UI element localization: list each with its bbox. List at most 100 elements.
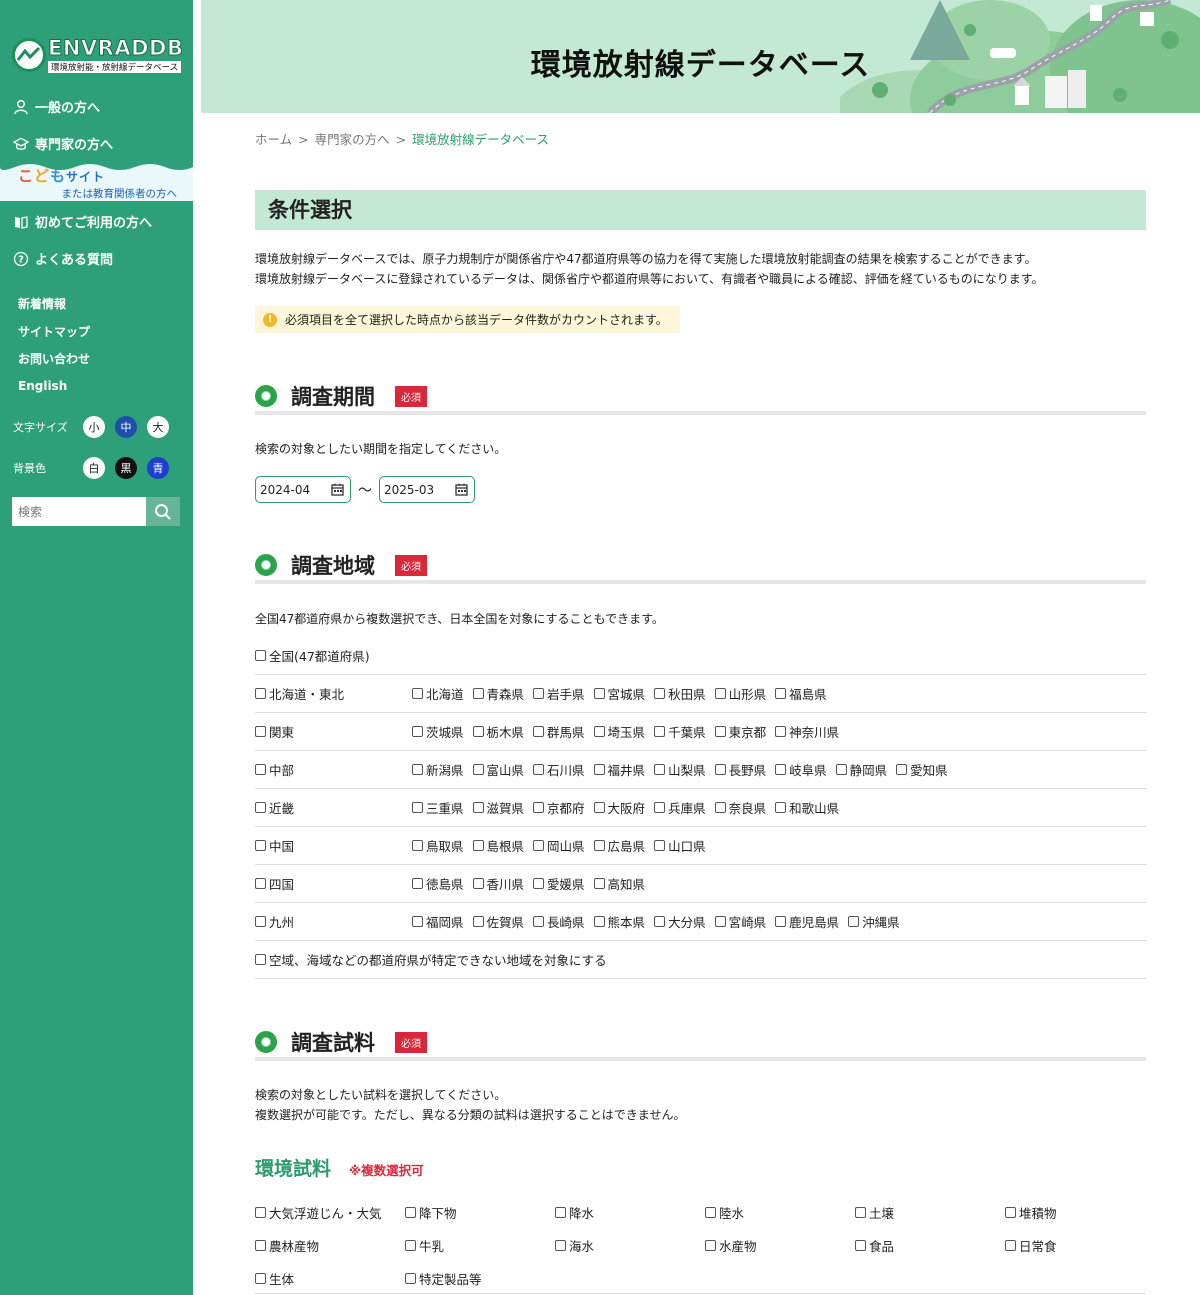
nav-item-secondary-0[interactable]: 初めてご利用の方へ [0, 203, 193, 240]
utility-link-1[interactable]: サイトマップ [18, 318, 90, 346]
prefecture-checkbox[interactable]: 茨城県 [412, 722, 464, 741]
sample-checkbox[interactable]: 特定製品等 [405, 1269, 482, 1288]
breadcrumb-home[interactable]: ホーム [255, 132, 292, 147]
checkbox-icon[interactable] [472, 764, 484, 775]
kids-site-banner[interactable]: こどもサイト または教育関係者の方へ [0, 161, 193, 201]
sample-checkbox[interactable]: 降水 [555, 1203, 594, 1222]
checkbox-icon[interactable] [714, 726, 726, 737]
prefecture-checkbox[interactable]: 和歌山県 [775, 798, 839, 817]
checkbox-icon[interactable] [533, 726, 545, 737]
checkbox-icon[interactable] [255, 1273, 266, 1284]
checkbox-icon[interactable] [654, 688, 666, 699]
region-block-checkbox[interactable]: 近畿 [255, 798, 294, 817]
sample-checkbox[interactable]: 水産物 [705, 1236, 757, 1255]
checkbox-icon[interactable] [705, 1207, 716, 1218]
prefecture-checkbox[interactable]: 山口県 [654, 836, 706, 855]
prefecture-checkbox[interactable]: 山梨県 [654, 760, 706, 779]
search-button[interactable] [146, 497, 180, 526]
period-from-input[interactable]: 2024-04 [255, 476, 351, 503]
checkbox-icon[interactable] [472, 726, 484, 737]
prefecture-checkbox[interactable]: 神奈川県 [775, 722, 839, 741]
region-block-checkbox[interactable]: 北海道・東北 [255, 684, 344, 703]
prefecture-checkbox[interactable]: 佐賀県 [472, 912, 524, 931]
checkbox-icon[interactable] [593, 840, 605, 851]
prefecture-checkbox[interactable]: 鹿児島県 [775, 912, 839, 931]
prefecture-checkbox[interactable]: 長崎県 [533, 912, 585, 931]
prefecture-checkbox[interactable]: 熊本県 [593, 912, 645, 931]
region-block-checkbox[interactable]: 四国 [255, 874, 294, 893]
sample-checkbox[interactable]: 陸水 [705, 1203, 744, 1222]
prefecture-checkbox[interactable]: 島根県 [472, 836, 524, 855]
checkbox-icon[interactable] [775, 764, 787, 775]
font-size-small-button[interactable]: 小 [83, 416, 105, 438]
checkbox-icon[interactable] [848, 916, 860, 927]
prefecture-checkbox[interactable]: 愛媛県 [533, 874, 585, 893]
bg-blue-button[interactable]: 青 [147, 457, 169, 479]
checkbox-icon[interactable] [593, 764, 605, 775]
font-size-large-button[interactable]: 大 [147, 416, 169, 438]
prefecture-checkbox[interactable]: 宮崎県 [714, 912, 766, 931]
checkbox-icon[interactable] [1005, 1240, 1016, 1251]
checkbox-icon[interactable] [412, 802, 423, 813]
checkbox-icon[interactable] [835, 764, 847, 775]
checkbox-icon[interactable] [405, 1240, 416, 1251]
prefecture-checkbox[interactable]: 富山県 [472, 760, 524, 779]
checkbox-icon[interactable] [593, 878, 605, 889]
checkbox-icon[interactable] [855, 1240, 866, 1251]
region-unspecified-checkbox[interactable]: 空域、海域などの都道府県が特定できない地域を対象にする [255, 950, 607, 969]
prefecture-checkbox[interactable]: 秋田県 [654, 684, 706, 703]
checkbox-icon[interactable] [593, 916, 605, 927]
checkbox-icon[interactable] [255, 954, 266, 965]
utility-link-2[interactable]: お問い合わせ [18, 345, 90, 373]
checkbox-icon[interactable] [775, 688, 787, 699]
region-all-checkbox[interactable]: 全国(47都道府県) [255, 646, 370, 665]
checkbox-icon[interactable] [533, 764, 545, 775]
checkbox-icon[interactable] [412, 916, 423, 927]
checkbox-icon[interactable] [255, 840, 266, 851]
checkbox-icon[interactable] [593, 802, 605, 813]
checkbox-icon[interactable] [412, 688, 423, 699]
prefecture-checkbox[interactable]: 岡山県 [533, 836, 585, 855]
region-block-checkbox[interactable]: 中部 [255, 760, 294, 779]
checkbox-icon[interactable] [255, 878, 266, 889]
checkbox-icon[interactable] [533, 840, 545, 851]
prefecture-checkbox[interactable]: 三重県 [412, 798, 464, 817]
prefecture-checkbox[interactable]: 愛知県 [896, 760, 948, 779]
period-to-input[interactable]: 2025-03 [379, 476, 475, 503]
checkbox-icon[interactable] [412, 764, 423, 775]
region-block-checkbox[interactable]: 九州 [255, 912, 294, 931]
prefecture-checkbox[interactable]: 福岡県 [412, 912, 464, 931]
utility-link-3[interactable]: English [18, 373, 90, 401]
prefecture-checkbox[interactable]: 香川県 [472, 874, 524, 893]
checkbox-icon[interactable] [593, 688, 605, 699]
prefecture-checkbox[interactable]: 奈良県 [714, 798, 766, 817]
checkbox-icon[interactable] [705, 1240, 716, 1251]
prefecture-checkbox[interactable]: 長野県 [714, 760, 766, 779]
prefecture-checkbox[interactable]: 石川県 [533, 760, 585, 779]
prefecture-checkbox[interactable]: 静岡県 [835, 760, 887, 779]
checkbox-icon[interactable] [412, 878, 423, 889]
checkbox-icon[interactable] [654, 840, 666, 851]
checkbox-icon[interactable] [405, 1273, 416, 1284]
checkbox-icon[interactable] [775, 916, 787, 927]
checkbox-icon[interactable] [555, 1240, 566, 1251]
bg-white-button[interactable]: 白 [83, 457, 105, 479]
prefecture-checkbox[interactable]: 新潟県 [412, 760, 464, 779]
checkbox-icon[interactable] [255, 764, 266, 775]
region-block-checkbox[interactable]: 関東 [255, 722, 294, 741]
prefecture-checkbox[interactable]: 福井県 [593, 760, 645, 779]
sample-checkbox[interactable]: 堆積物 [1005, 1203, 1057, 1222]
checkbox-icon[interactable] [412, 840, 423, 851]
nav-item-main-1[interactable]: 専門家の方へ [0, 125, 193, 162]
sample-checkbox[interactable]: 生体 [255, 1269, 294, 1288]
checkbox-icon[interactable] [255, 726, 266, 737]
checkbox-icon[interactable] [654, 726, 666, 737]
site-logo[interactable]: ENVRADDB 環境放射能・放射線データベース [12, 36, 183, 74]
prefecture-checkbox[interactable]: 群馬県 [533, 722, 585, 741]
checkbox-icon[interactable] [714, 802, 726, 813]
prefecture-checkbox[interactable]: 北海道 [412, 684, 464, 703]
prefecture-checkbox[interactable]: 青森県 [472, 684, 524, 703]
prefecture-checkbox[interactable]: 大分県 [654, 912, 706, 931]
sample-checkbox[interactable]: 農林産物 [255, 1236, 319, 1255]
checkbox-icon[interactable] [775, 726, 787, 737]
